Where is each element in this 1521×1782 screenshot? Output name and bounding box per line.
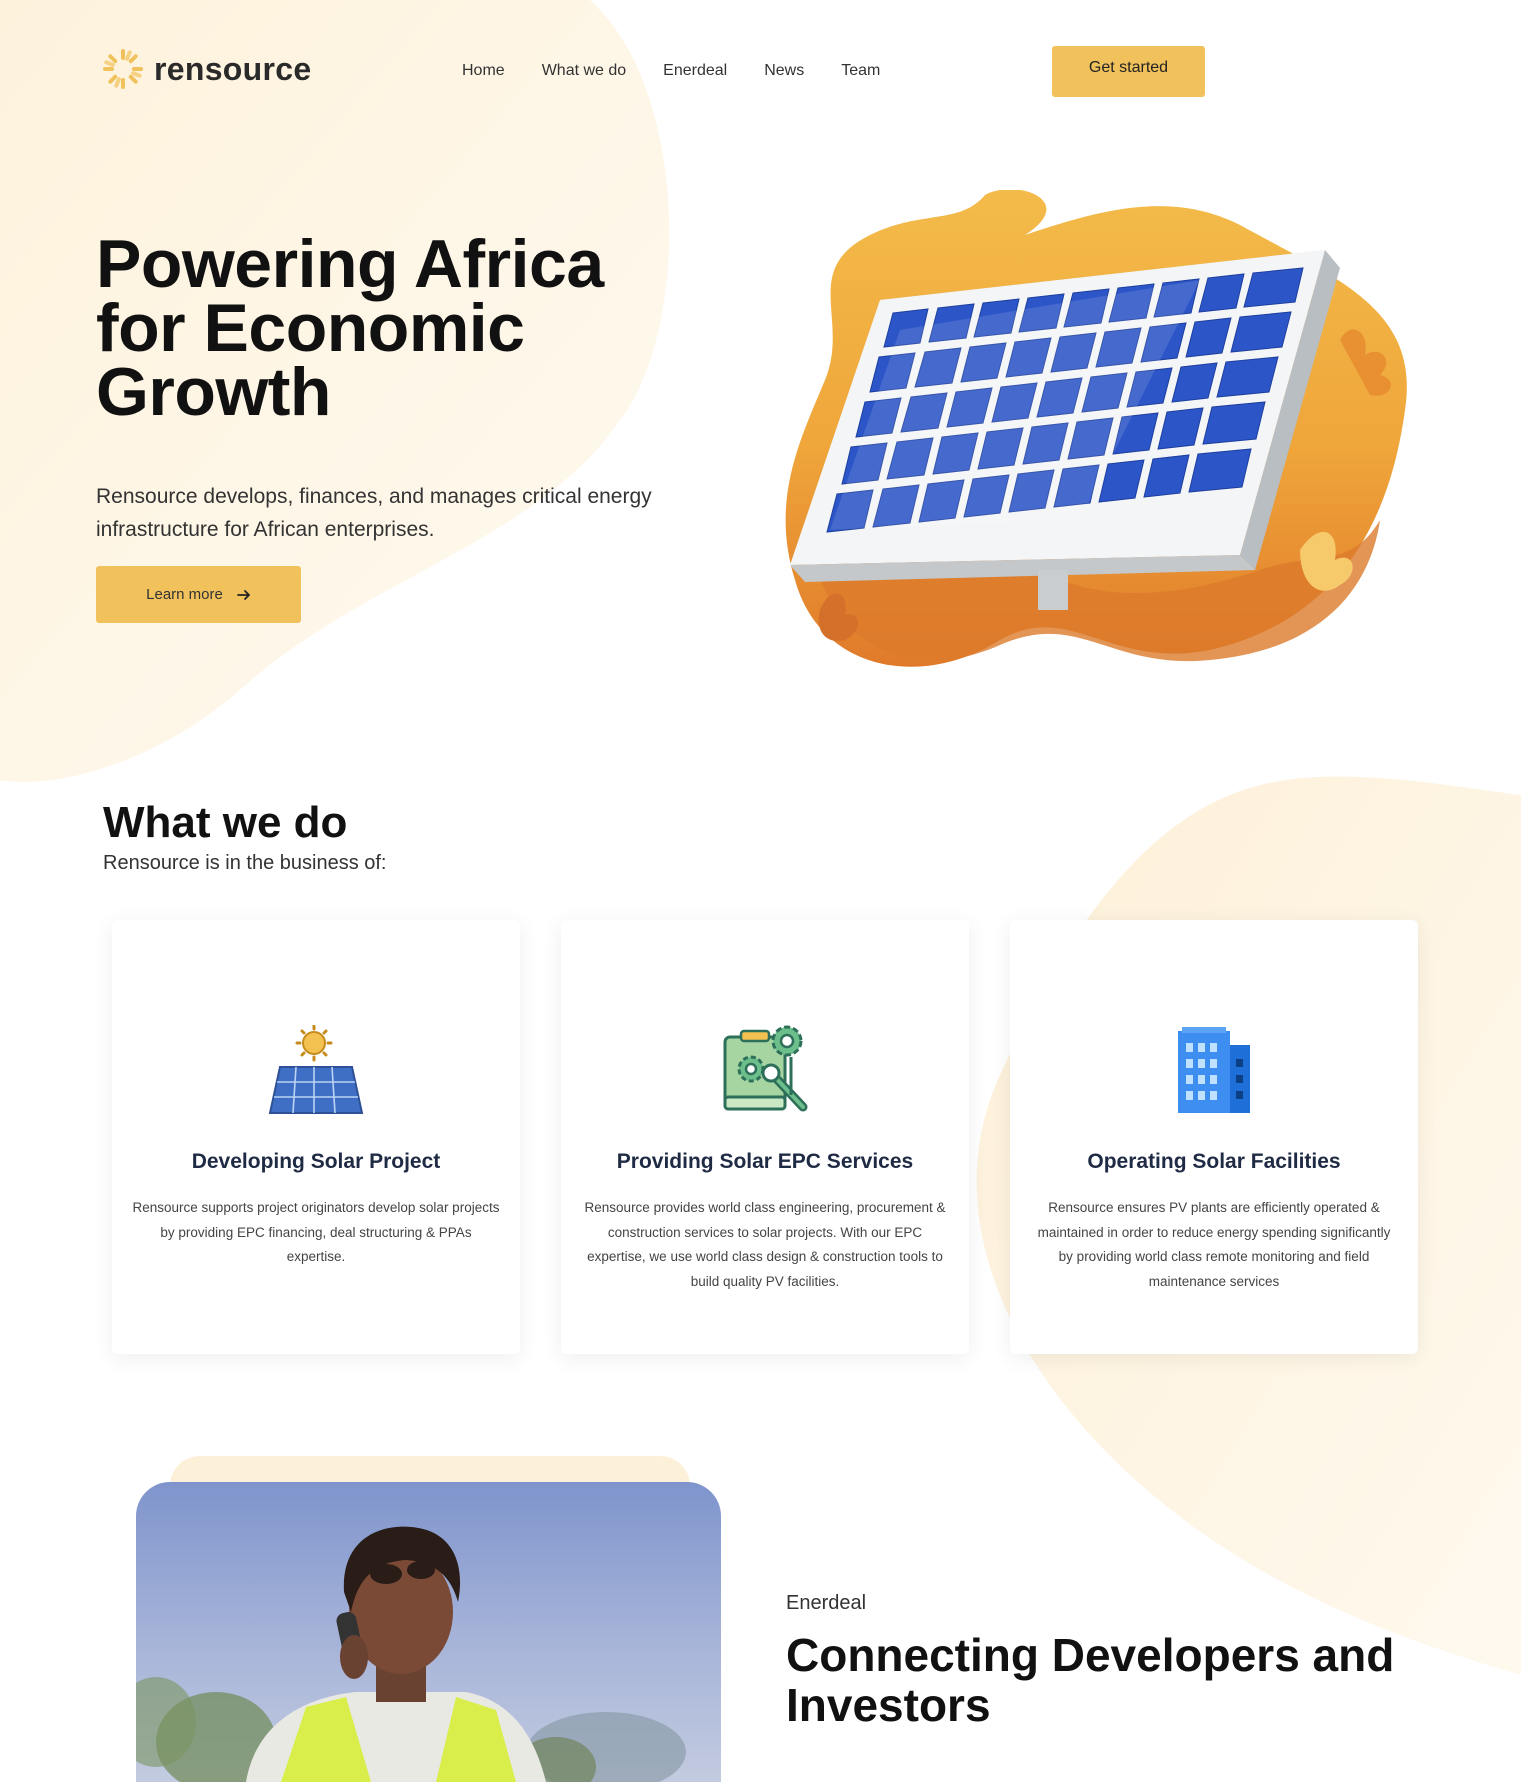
learn-more-label: Learn more [146,586,223,603]
engineering-gears-icon [723,1025,808,1112]
brand-name: rensource [154,50,312,87]
enerdeal-title: Connecting Developers and Investors [786,1629,1395,1731]
card-title: Operating Solar Facilities [1087,1150,1341,1173]
nav-what-we-do[interactable]: What we do [542,62,626,80]
arrow-right-icon [236,589,250,600]
brand-logo[interactable]: rensource [102,48,311,90]
enerdeal-tag: Enerdeal [786,1592,867,1614]
hero-title: Powering Africa for Economic Growth [96,226,604,430]
solar-panel-sun-icon [268,1025,364,1114]
nav-home[interactable]: Home [462,62,505,80]
what-we-do-title: What we do [103,798,348,847]
solar-panel-illustration [785,190,1407,667]
card-text: Rensource provides world class engineeri… [584,1200,946,1289]
nav-team[interactable]: Team [841,62,880,80]
nav-enerdeal[interactable]: Enerdeal [663,62,727,80]
get-started-button[interactable]: Get started [1052,46,1205,97]
card-text: Rensource supports project originators d… [132,1200,500,1264]
card-title: Providing Solar EPC Services [616,1150,914,1173]
what-we-do-subtitle: Rensource is in the business of: [103,852,387,874]
service-card-epc: Providing Solar EPC Services Rensource p… [561,920,969,1354]
card-text: Rensource ensures PV plants are efficien… [1037,1200,1391,1289]
office-building-icon [1178,1027,1250,1113]
sun-logo-icon [103,49,143,89]
service-card-developing: Developing Solar Project Rensource suppo… [112,920,520,1354]
field-worker-photo [136,1482,721,1782]
nav-news[interactable]: News [764,62,804,80]
hero-subtitle: Rensource develops, finances, and manage… [96,485,652,541]
service-card-operating: Operating Solar Facilities Rensource ens… [1010,920,1418,1354]
main-nav: Home What we do Enerdeal News Team [462,62,880,80]
learn-more-button[interactable]: Learn more [96,566,301,623]
card-title: Developing Solar Project [191,1150,441,1173]
